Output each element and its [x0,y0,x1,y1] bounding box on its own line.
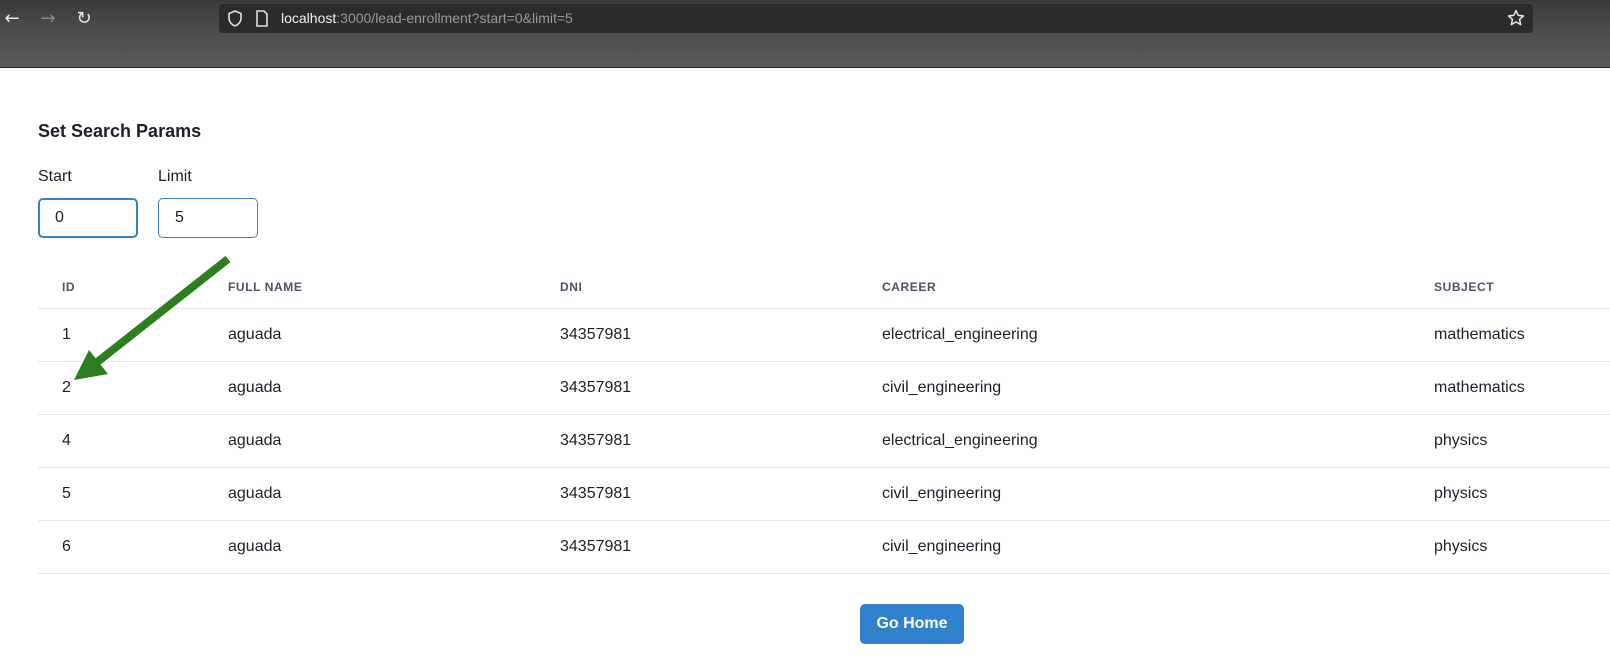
cell-dni: 34357981 [560,414,882,468]
cell-subject: mathematics [1434,308,1610,362]
cell-full-name: aguada [228,361,560,415]
reload-icon[interactable]: ↻ [72,8,96,30]
cell-dni: 34357981 [560,467,882,521]
cell-career: civil_engineering [882,520,1434,574]
header-full-name: FULL NAME [228,266,560,309]
header-subject: SUBJECT [1434,266,1610,309]
cell-dni: 34357981 [560,361,882,415]
forward-icon[interactable]: → [36,8,60,30]
cell-id: 4 [38,414,228,468]
header-career: CAREER [882,266,1434,309]
cell-full-name: aguada [228,467,560,521]
limit-input[interactable] [158,198,258,238]
table-row: 2 aguada 34357981 civil_engineering math… [38,361,1610,415]
cell-career: civil_engineering [882,361,1434,415]
cell-subject: physics [1434,467,1610,521]
page-title: Set Search Params [38,121,202,141]
cell-career: electrical_engineering [882,414,1434,468]
table-row: 1 aguada 34357981 electrical_engineering… [38,308,1610,362]
url-host: localhost [281,10,337,26]
cell-career: civil_engineering [882,467,1434,521]
shield-icon[interactable] [227,10,243,27]
cell-id: 1 [38,308,228,362]
cell-full-name: aguada [228,520,560,574]
url-path: :3000/lead-enrollment?start=0&limit=5 [336,10,573,26]
browser-toolbar: ← → ↻ localhost:3000/lead-enrollment?sta… [0,0,1610,68]
cell-career: electrical_engineering [882,308,1434,362]
limit-label: Limit [158,168,192,185]
cell-full-name: aguada [228,414,560,468]
cell-dni: 34357981 [560,308,882,362]
cell-dni: 34357981 [560,520,882,574]
cell-subject: physics [1434,520,1610,574]
enrollment-table: ID FULL NAME DNI CAREER SUBJECT 1 aguada… [38,266,1610,574]
cell-id: 5 [38,467,228,521]
url-text[interactable]: localhost:3000/lead-enrollment?start=0&l… [281,10,573,27]
cell-subject: mathematics [1434,361,1610,415]
table-row: 4 aguada 34357981 electrical_engineering… [38,414,1610,468]
go-home-button[interactable]: Go Home [860,604,964,644]
cell-full-name: aguada [228,308,560,362]
address-bar[interactable]: localhost:3000/lead-enrollment?start=0&l… [219,4,1533,33]
back-icon[interactable]: ← [0,8,24,30]
table-header-row: ID FULL NAME DNI CAREER SUBJECT [38,266,1610,309]
cell-id: 6 [38,520,228,574]
bookmark-star-icon[interactable] [1507,9,1525,27]
cell-id: 2 [38,361,228,415]
start-label: Start [38,168,72,185]
header-dni: DNI [560,266,882,309]
header-id: ID [38,266,228,309]
start-input[interactable] [38,198,138,238]
table-row: 6 aguada 34357981 civil_engineering phys… [38,520,1610,574]
table-row: 5 aguada 34357981 civil_engineering phys… [38,467,1610,521]
cell-subject: physics [1434,414,1610,468]
page-icon [256,10,268,27]
